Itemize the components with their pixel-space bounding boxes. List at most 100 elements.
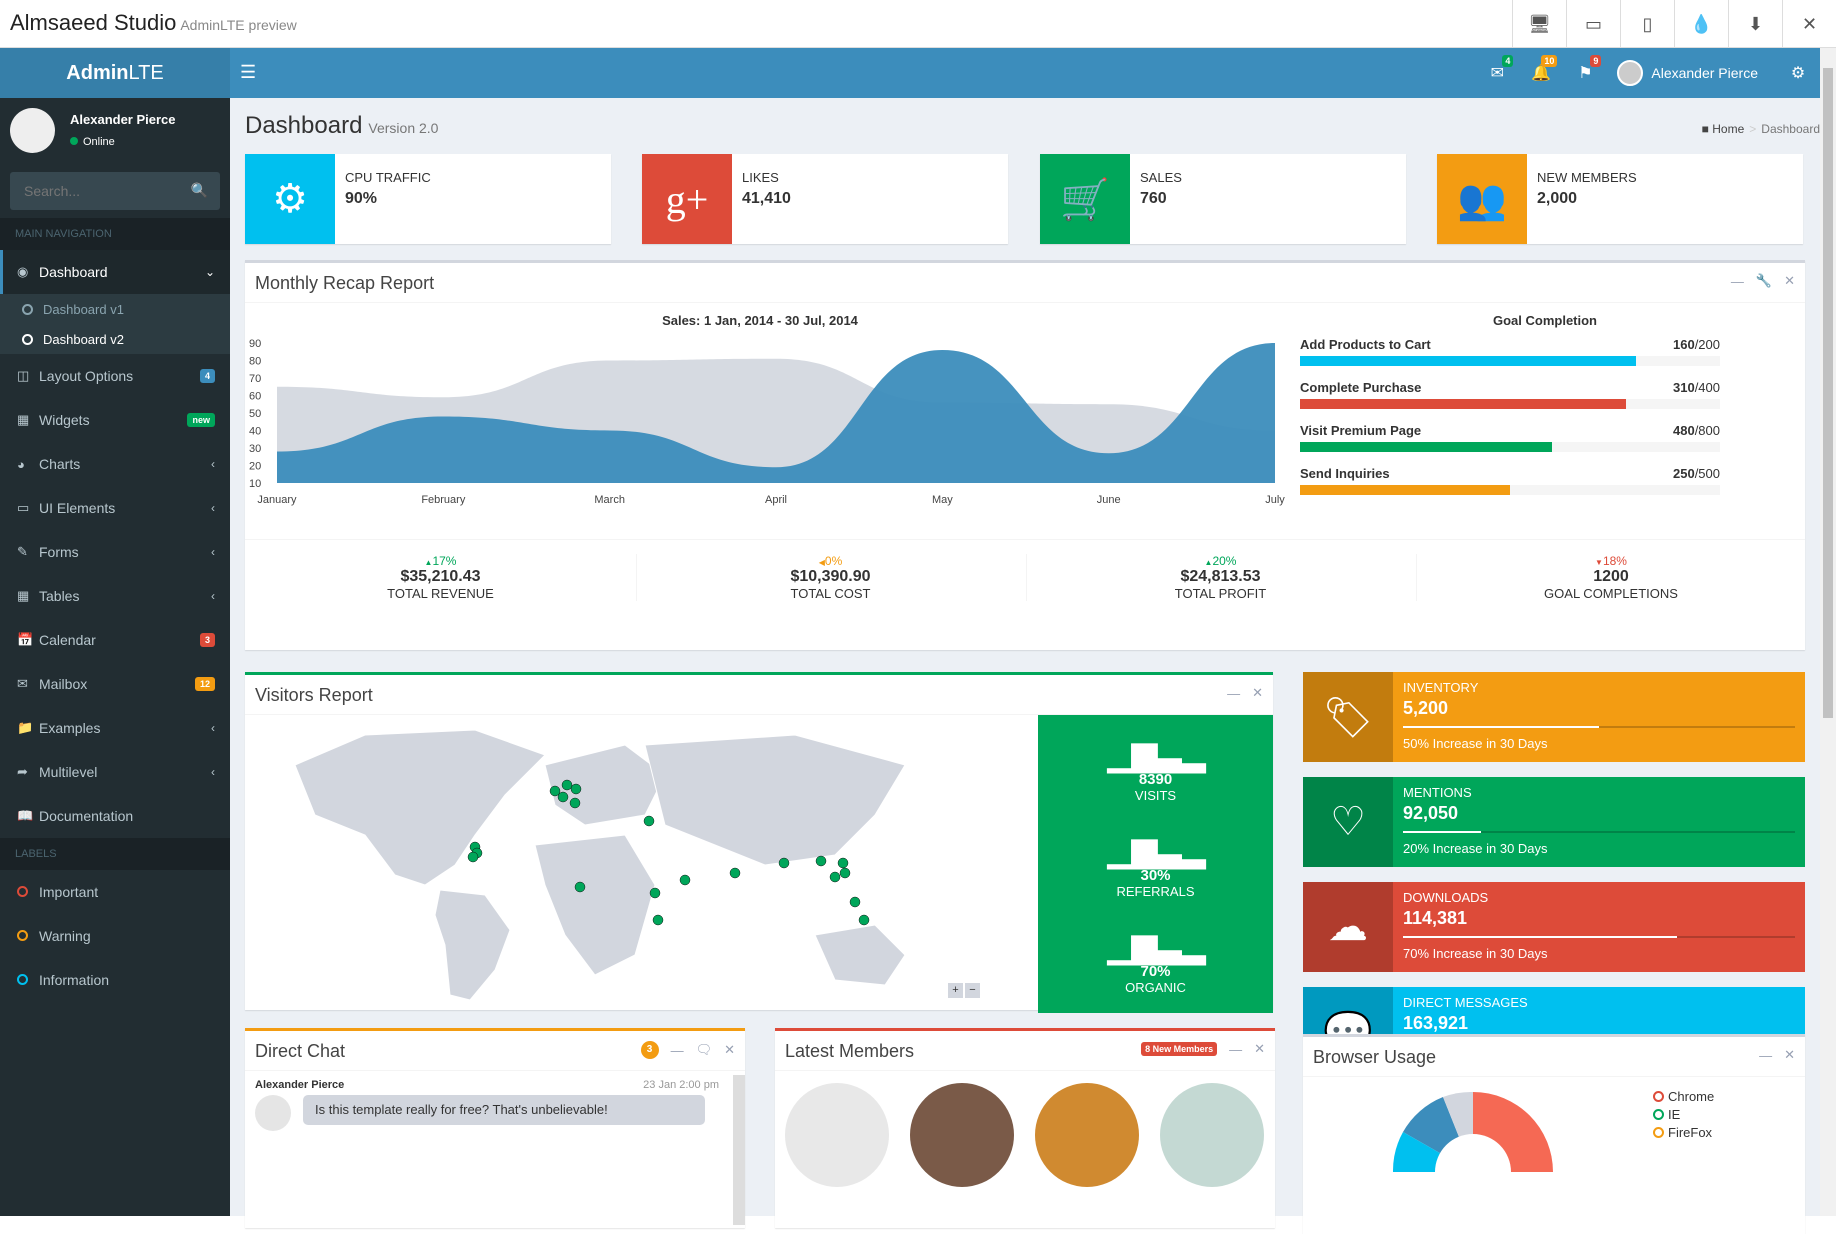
sidebar-item-multilevel[interactable]: ➦ Multilevel ‹ bbox=[0, 750, 230, 794]
sidebar-item-dashboard-v2[interactable]: Dashboard v2 bbox=[0, 324, 230, 354]
map-zoom-in[interactable]: + bbox=[948, 983, 963, 998]
stat-visits: ▁▆▃▂ 8390 VISITS bbox=[1038, 737, 1273, 803]
breadcrumb: ■ Home > Dashboard bbox=[1701, 122, 1820, 136]
map-marker bbox=[778, 857, 790, 869]
sidebar-item-dashboard-v1[interactable]: Dashboard v1 bbox=[0, 294, 230, 324]
sidebar-item-layout-options[interactable]: ◫ Layout Options 4 bbox=[0, 354, 230, 398]
close-icon[interactable]: ✕ bbox=[1254, 1041, 1265, 1057]
heart-icon: ♡ bbox=[1303, 777, 1393, 867]
envelope-icon: ✉ bbox=[1490, 65, 1505, 82]
avatar bbox=[1617, 60, 1644, 86]
shopping-cart-icon: 🛒 bbox=[1040, 154, 1130, 244]
member-avatar[interactable] bbox=[910, 1083, 1014, 1187]
sidebar-search: 🔍 bbox=[10, 172, 220, 210]
map-zoom-out[interactable]: − bbox=[965, 983, 980, 998]
edit-icon: ✎ bbox=[17, 544, 28, 559]
tag-icon: 🏷 bbox=[1303, 672, 1393, 762]
bar-chart-icon: ▁▆▃▂ bbox=[1107, 831, 1206, 869]
chevron-left-icon: ‹ bbox=[211, 765, 215, 779]
sidebar-item-calendar[interactable]: 📅 Calendar 3 bbox=[0, 618, 230, 662]
tint-icon[interactable]: 💧 bbox=[1674, 0, 1728, 48]
tablet-icon[interactable]: ▭ bbox=[1566, 0, 1620, 48]
search-input[interactable] bbox=[10, 172, 190, 210]
sidebar-item-mailbox[interactable]: ✉ Mailbox 12 bbox=[0, 662, 230, 706]
logo[interactable]: AdminLTE bbox=[0, 48, 230, 98]
divider bbox=[245, 539, 1805, 540]
map-marker bbox=[569, 797, 581, 809]
close-icon[interactable]: ✕ bbox=[724, 1042, 735, 1058]
map-north-america bbox=[294, 729, 546, 886]
box-tools: — ✕ bbox=[1759, 1047, 1795, 1063]
sidebar-item-charts[interactable]: ◕ Charts ‹ bbox=[0, 442, 230, 486]
sidebar-item-label: UI Elements bbox=[39, 500, 116, 516]
tasks-menu[interactable]: ⚑ 9 bbox=[1563, 55, 1607, 83]
box-header: Latest Members 8 New Members — ✕ bbox=[775, 1031, 1275, 1071]
dashboard-icon: ◉ bbox=[17, 264, 29, 279]
sidebar-item-label: Calendar bbox=[39, 632, 96, 648]
member-avatar[interactable] bbox=[1160, 1083, 1264, 1187]
sidebar-toggle-icon[interactable]: ☰ bbox=[240, 62, 256, 83]
map-marker bbox=[467, 851, 479, 863]
description-text: TOTAL REVENUE bbox=[387, 586, 494, 601]
page-scrollbar[interactable] bbox=[1820, 48, 1836, 1216]
member-avatar[interactable] bbox=[785, 1083, 889, 1187]
info-box-value: 2,000 bbox=[1537, 190, 1578, 207]
info-box-label: DIRECT MESSAGES bbox=[1403, 995, 1528, 1010]
notifications-menu[interactable]: 🔔 10 bbox=[1519, 55, 1563, 83]
comments-icon[interactable]: 🗨 bbox=[696, 1042, 713, 1058]
sidebar-label-important[interactable]: Important bbox=[0, 870, 230, 914]
circle-icon bbox=[17, 929, 39, 944]
sidebar-item-label: Important bbox=[39, 884, 99, 900]
description-text: GOAL COMPLETIONS bbox=[1544, 586, 1678, 601]
sidebar-item-label: Documentation bbox=[39, 808, 134, 824]
close-icon[interactable]: ✕ bbox=[1784, 1047, 1795, 1063]
member-avatar[interactable] bbox=[1035, 1083, 1139, 1187]
legend-item: FireFox bbox=[1653, 1125, 1714, 1140]
chat-scrollbar[interactable] bbox=[733, 1075, 745, 1225]
minus-icon[interactable]: — bbox=[671, 1043, 684, 1058]
minus-icon[interactable]: — bbox=[1227, 686, 1240, 701]
description-block: ▼18% 1200 GOAL COMPLETIONS bbox=[1415, 554, 1807, 601]
sidebar-label-warning[interactable]: Warning bbox=[0, 914, 230, 958]
sidebar-item-tables[interactable]: ▦ Tables ‹ bbox=[0, 574, 230, 618]
mail-menu[interactable]: ✉ 4 bbox=[1475, 55, 1519, 83]
chevron-left-icon: ‹ bbox=[211, 545, 215, 559]
sidebar-label-information[interactable]: Information bbox=[0, 958, 230, 1002]
main-nav-header: MAIN NAVIGATION bbox=[0, 218, 230, 250]
map-marker bbox=[837, 857, 849, 869]
minus-icon[interactable]: — bbox=[1759, 1048, 1772, 1063]
download-icon[interactable]: ⬇ bbox=[1728, 0, 1782, 48]
stat-referrals: ▁▆▃▂ 30% REFERRALS bbox=[1038, 833, 1273, 899]
gear-icon: ⚙ bbox=[245, 154, 335, 244]
info-box-downloads: ☁ DOWNLOADS 114,381 70% Increase in 30 Days bbox=[1303, 882, 1805, 972]
sidebar-item-widgets[interactable]: ▦ Widgets new bbox=[0, 398, 230, 442]
progress-bar bbox=[1403, 831, 1795, 833]
close-icon[interactable]: ✕ bbox=[1782, 0, 1836, 48]
map-marker bbox=[570, 783, 582, 795]
chevron-left-icon: ‹ bbox=[211, 457, 215, 471]
legend-item: Chrome bbox=[1653, 1089, 1714, 1104]
info-box-value: 90% bbox=[345, 190, 378, 207]
info-box-sales: 🛒 SALES 760 bbox=[1040, 154, 1406, 244]
map-marker bbox=[574, 881, 586, 893]
info-box-label: NEW MEMBERS bbox=[1537, 170, 1637, 185]
map-marker bbox=[643, 815, 655, 827]
breadcrumb-home[interactable]: Home bbox=[1712, 122, 1744, 136]
box-header: Direct Chat 3 — 🗨 ✕ bbox=[245, 1031, 745, 1071]
close-icon[interactable]: ✕ bbox=[1252, 685, 1263, 701]
scrollbar-thumb[interactable] bbox=[1823, 68, 1833, 718]
sidebar-item-examples[interactable]: 📁 Examples ‹ bbox=[0, 706, 230, 750]
user-menu[interactable]: Alexander Pierce bbox=[1607, 60, 1776, 86]
circle-icon bbox=[1653, 1091, 1664, 1102]
sidebar-item-dashboard[interactable]: ◉ Dashboard ⌄ bbox=[0, 250, 230, 294]
desktop-icon[interactable]: 🖥 bbox=[1512, 0, 1566, 48]
sidebar-item-ui-elements[interactable]: ▭ UI Elements ‹ bbox=[0, 486, 230, 530]
minus-icon[interactable]: — bbox=[1229, 1042, 1242, 1057]
map-marker bbox=[815, 855, 827, 867]
mobile-icon[interactable]: ▯ bbox=[1620, 0, 1674, 48]
gears-icon[interactable]: ⚙ bbox=[1776, 63, 1820, 83]
search-icon[interactable]: 🔍 bbox=[191, 182, 208, 199]
sidebar-item-forms[interactable]: ✎ Forms ‹ bbox=[0, 530, 230, 574]
sidebar-item-documentation[interactable]: 📖 Documentation bbox=[0, 794, 230, 838]
chevron-down-icon: ⌄ bbox=[204, 265, 215, 279]
